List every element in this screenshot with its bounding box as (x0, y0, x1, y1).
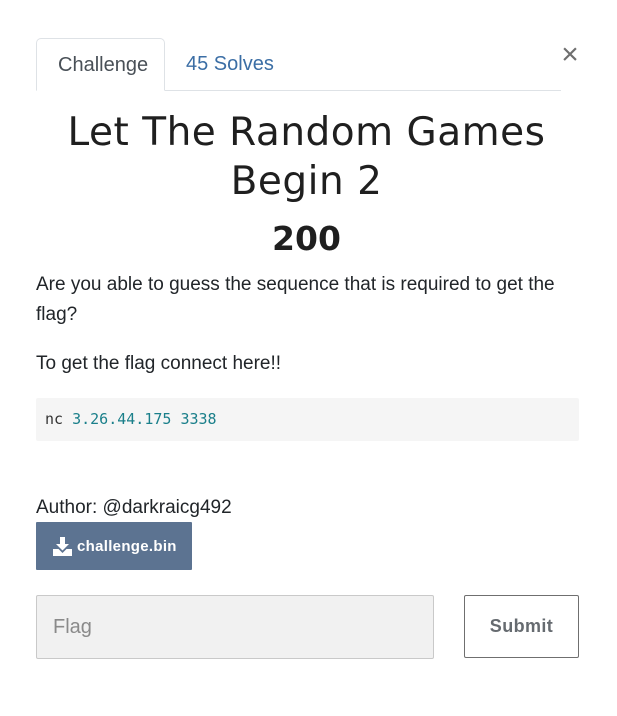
flag-input[interactable] (36, 595, 434, 659)
code-command: nc (45, 410, 64, 428)
close-button[interactable]: × (558, 40, 582, 70)
download-icon (53, 536, 72, 556)
challenge-title-line-2: Begin 2 (230, 159, 383, 204)
challenge-author: Author: @darkraicg492 (36, 497, 232, 518)
challenge-title: Let The Random Games Begin 2 (36, 108, 577, 206)
connection-code-block: nc 3.26.44.175 3338 (36, 398, 579, 441)
challenge-title-line-1: Let The Random Games (67, 110, 546, 155)
connect-text: To get the flag connect here!! (36, 353, 282, 374)
submit-button[interactable]: Submit (464, 595, 579, 658)
download-file-button[interactable]: challenge.bin (36, 522, 192, 570)
challenge-points: 200 (272, 219, 341, 258)
challenge-tabs: Challenge 45 Solves (36, 38, 561, 91)
tab-challenge[interactable]: Challenge (36, 38, 165, 91)
download-file-label: challenge.bin (77, 537, 177, 555)
code-args: 3.26.44.175 3338 (72, 410, 217, 428)
challenge-description: Are you able to guess the sequence that … (36, 274, 555, 325)
tab-solves[interactable]: 45 Solves (186, 38, 274, 89)
